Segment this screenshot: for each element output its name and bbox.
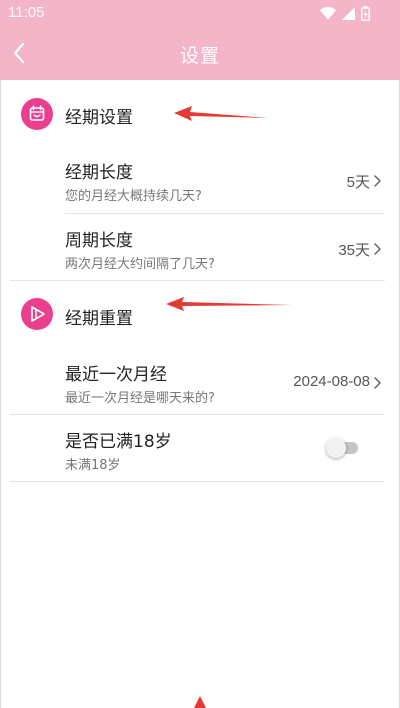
row-value: 2024-08-08 <box>293 373 370 390</box>
divider <box>65 213 385 214</box>
signal-icon <box>342 7 355 20</box>
annotation-arrow <box>174 106 268 121</box>
row-subtitle: 您的月经大概持续几天? <box>65 189 202 204</box>
play-icon <box>21 298 53 330</box>
row-title: 周期长度 <box>65 231 133 251</box>
wifi-icon <box>320 7 336 20</box>
row-title: 经期长度 <box>65 163 133 183</box>
age-18-toggle[interactable] <box>326 438 362 458</box>
section-period-reset: 经期重置 <box>0 284 400 344</box>
section-title: 经期设置 <box>65 108 133 128</box>
divider <box>10 414 385 415</box>
annotation-arrow <box>194 696 206 708</box>
row-subtitle: 两次月经大约间隔了几天? <box>65 257 215 272</box>
last-period-row[interactable]: 最近一次月经 最近一次月经是哪天来的? 2024-08-08 <box>0 360 400 412</box>
chevron-right-icon <box>374 243 381 255</box>
frame-line <box>0 80 1 708</box>
status-bar: 11:05 <box>0 0 400 26</box>
row-title: 是否已满18岁 <box>65 432 172 452</box>
row-subtitle: 未满18岁 <box>65 458 121 473</box>
row-subtitle: 最近一次月经是哪天来的? <box>65 391 215 406</box>
row-title: 最近一次月经 <box>65 365 167 385</box>
divider <box>10 280 385 281</box>
cycle-length-row[interactable]: 周期长度 两次月经大约间隔了几天? 35天 <box>0 226 400 278</box>
section-title: 经期重置 <box>65 309 133 329</box>
status-time: 11:05 <box>8 4 45 21</box>
page-title: 设置 <box>179 45 220 67</box>
annotation-arrow <box>166 297 292 311</box>
age-18-row: 是否已满18岁 未满18岁 <box>0 427 400 479</box>
battery-icon <box>361 6 370 21</box>
app-header: 设置 <box>0 26 400 80</box>
chevron-right-icon <box>374 175 381 187</box>
period-length-row[interactable]: 经期长度 您的月经大概持续几天? 5天 <box>0 158 400 210</box>
calendar-icon <box>21 98 53 130</box>
row-value: 35天 <box>338 242 370 259</box>
divider <box>10 481 385 482</box>
toggle-knob <box>326 438 346 458</box>
row-value: 5天 <box>346 174 370 191</box>
chevron-right-icon <box>374 377 381 389</box>
